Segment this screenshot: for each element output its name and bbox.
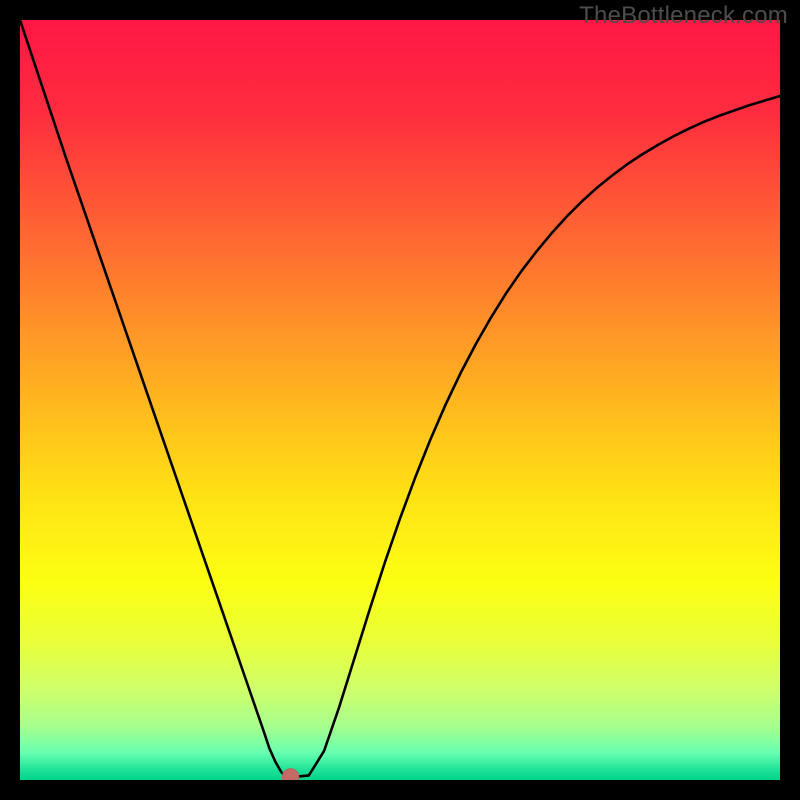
plot-area	[20, 20, 780, 780]
watermark-text: TheBottleneck.com	[579, 2, 788, 30]
chart-frame: TheBottleneck.com	[0, 0, 800, 800]
plot-svg	[20, 20, 780, 780]
gradient-background	[20, 20, 780, 780]
